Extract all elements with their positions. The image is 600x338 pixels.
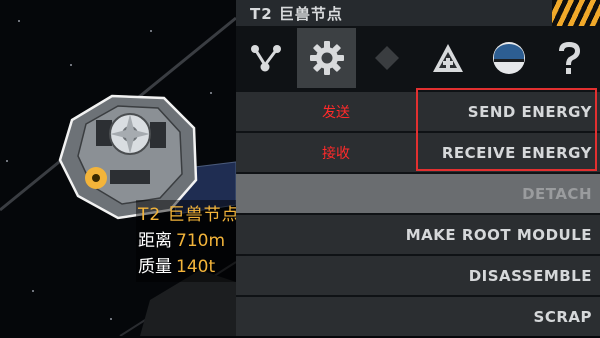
node-graph-icon <box>250 45 281 72</box>
mass-value: 140t <box>176 257 216 277</box>
target-info-tag: T2 巨兽节点 距离 710m 质量 140t <box>136 200 246 282</box>
tab-medical[interactable] <box>418 28 478 88</box>
tab-node-graph[interactable] <box>236 28 296 88</box>
target-name: T2 巨兽节点 <box>138 205 240 225</box>
scrap-button[interactable]: SCRAP <box>236 297 600 336</box>
receive-energy-button[interactable]: 接收 RECEIVE ENERGY <box>236 133 600 172</box>
send-energy-label: SEND ENERGY <box>467 102 592 121</box>
tab-settings[interactable] <box>296 28 357 88</box>
tab-help[interactable] <box>539 28 599 88</box>
disassemble-label: DISASSEMBLE <box>468 266 592 285</box>
question-mark-icon <box>559 42 581 74</box>
panel-tab-bar <box>236 28 600 88</box>
medical-tent-icon <box>432 44 463 72</box>
detach-label: DETACH <box>522 184 592 203</box>
distance-label: 距离 <box>138 231 172 251</box>
disassemble-button[interactable]: DISASSEMBLE <box>236 256 600 295</box>
send-energy-button[interactable]: 发送 SEND ENERGY <box>236 92 600 131</box>
receive-annotation: 接收 <box>322 145 350 162</box>
diamond-icon <box>375 46 400 70</box>
detach-button[interactable]: DETACH <box>236 174 600 213</box>
action-menu: 发送 SEND ENERGY 接收 RECEIVE ENERGY DETACH … <box>236 92 600 338</box>
helmet-icon <box>492 42 525 74</box>
panel-title: T2 巨兽节点 <box>250 4 343 23</box>
gear-icon <box>309 41 344 75</box>
hazard-stripes <box>552 0 600 26</box>
tab-module[interactable] <box>357 28 417 88</box>
receive-energy-label: RECEIVE ENERGY <box>441 143 592 162</box>
make-root-module-button[interactable]: MAKE ROOT MODULE <box>236 215 600 254</box>
panel-titlebar: T2 巨兽节点 <box>236 0 600 26</box>
scrap-label: SCRAP <box>533 307 592 326</box>
module-context-panel: T2 巨兽节点 发送 SEND ENERGY 接收 RECEIVE ENERGY… <box>236 0 600 336</box>
make-root-module-label: MAKE ROOT MODULE <box>405 225 592 244</box>
tab-crew[interactable] <box>479 28 539 88</box>
mass-label: 质量 <box>138 257 172 277</box>
distance-value: 710m <box>176 231 226 251</box>
send-annotation: 发送 <box>322 104 350 121</box>
